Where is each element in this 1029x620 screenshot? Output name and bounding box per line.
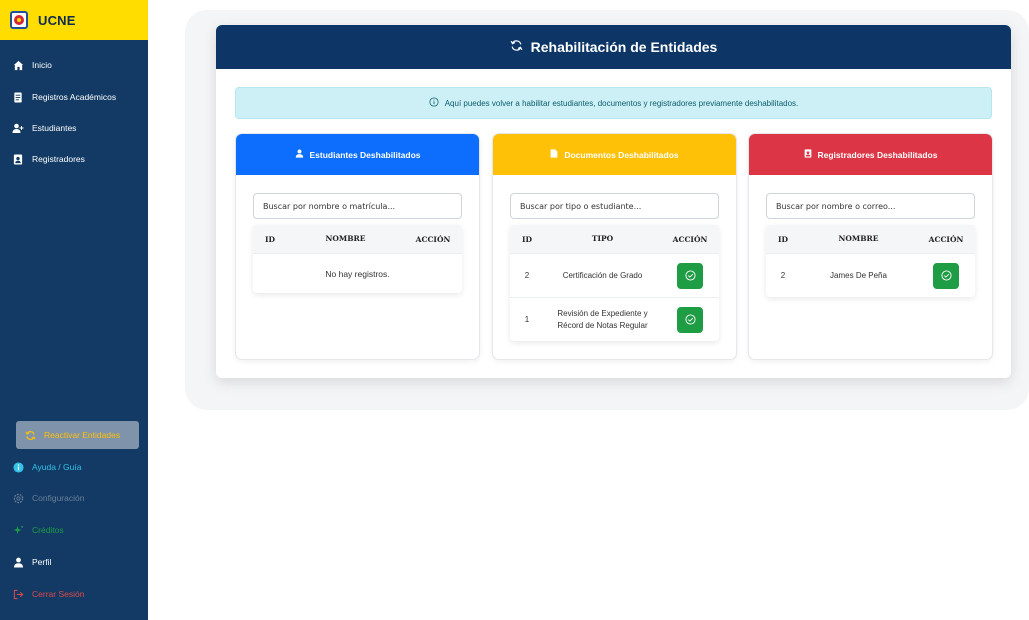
id-card-icon bbox=[804, 149, 812, 160]
table-row: 2 Certificación de Grado bbox=[510, 253, 719, 297]
sidebar-item-estudiantes[interactable]: Estudiantes bbox=[10, 115, 140, 141]
sidebar-item-inicio[interactable]: Inicio bbox=[10, 52, 140, 78]
column-header-nombre: NOMBRE bbox=[838, 234, 879, 243]
id-card-icon bbox=[12, 153, 24, 165]
panel-title: Estudiantes Deshabilitados bbox=[309, 149, 421, 160]
refresh-icon bbox=[510, 39, 523, 55]
column-header-id: ID bbox=[264, 234, 275, 244]
search-placeholder: Buscar por nombre o matrícula... bbox=[263, 201, 396, 211]
logout-icon bbox=[12, 588, 24, 600]
search-placeholder: Buscar por nombre o correo... bbox=[776, 201, 896, 211]
row-action bbox=[661, 306, 719, 333]
check-circle-icon bbox=[684, 270, 696, 281]
sidebar-item-configuracion[interactable]: Configuración bbox=[10, 485, 140, 511]
table-documentos: ID TIPO ACCIÓN 2 Certificación de Grado … bbox=[510, 225, 719, 341]
check-circle-icon bbox=[940, 270, 952, 281]
info-alert: Aquí puedes volver a habilitar estudiant… bbox=[235, 87, 992, 119]
card-header: Rehabilitación de Entidades bbox=[216, 25, 1011, 69]
sidebar-item-label: Configuración bbox=[32, 493, 85, 503]
page-title: Rehabilitación de Entidades bbox=[530, 39, 718, 55]
row-id: 2 bbox=[524, 271, 530, 280]
sidebar-item-registradores[interactable]: Registradores bbox=[10, 146, 140, 172]
sidebar-item-registros[interactable]: Registros Académicos bbox=[10, 84, 140, 110]
gear-icon bbox=[12, 492, 24, 504]
sidebar-item-creditos[interactable]: Créditos bbox=[10, 517, 140, 543]
sidebar-item-label: Reactivar Entidades bbox=[44, 430, 121, 440]
sidebar-item-label: Estudiantes bbox=[32, 123, 77, 133]
column-header-accion: ACCIÓN bbox=[672, 234, 708, 244]
column-header-tipo: TIPO bbox=[591, 234, 614, 243]
info-icon bbox=[12, 461, 24, 473]
table-row: 1 Revisión de Expediente y Récord de Not… bbox=[510, 297, 719, 341]
document-icon bbox=[12, 91, 24, 103]
search-placeholder: Buscar por tipo o estudiante... bbox=[520, 201, 642, 211]
row-nombre: James De Peña bbox=[830, 270, 887, 280]
column-header-accion: ACCIÓN bbox=[415, 234, 451, 244]
panel-documentos: Documentos Deshabilitados Buscar por tip… bbox=[492, 133, 737, 360]
user-icon bbox=[295, 149, 304, 160]
alert-text: Aquí puedes volver a habilitar estudiant… bbox=[444, 98, 799, 108]
column-header-id: ID bbox=[521, 234, 532, 244]
row-id: 1 bbox=[524, 315, 530, 324]
column-header-accion: ACCIÓN bbox=[928, 234, 964, 244]
file-icon bbox=[550, 149, 558, 160]
column-header-id: ID bbox=[777, 234, 788, 244]
search-input-registradores[interactable]: Buscar por nombre o correo... bbox=[766, 193, 975, 219]
info-circle-icon bbox=[429, 97, 439, 109]
table-header: ID NOMBRE ACCIÓN bbox=[766, 225, 975, 253]
panel-estudiantes: Estudiantes Deshabilitados Buscar por no… bbox=[235, 133, 480, 360]
table-header: ID NOMBRE ACCIÓN bbox=[253, 225, 462, 253]
panel-registradores: Registradores Deshabilitados Buscar por … bbox=[748, 133, 993, 360]
row-tipo: Revisión de Expediente y Récord de Notas… bbox=[544, 308, 661, 332]
table-header: ID TIPO ACCIÓN bbox=[510, 225, 719, 253]
home-icon bbox=[12, 59, 24, 71]
row-tipo-line: Récord de Notas Regular bbox=[557, 320, 648, 330]
sidebar-item-ayuda[interactable]: Ayuda / Guía bbox=[10, 454, 140, 480]
search-input-estudiantes[interactable]: Buscar por nombre o matrícula... bbox=[253, 193, 462, 219]
column-header-nombre: NOMBRE bbox=[325, 234, 366, 243]
table-estudiantes: ID NOMBRE ACCIÓN No hay registros. bbox=[253, 225, 462, 293]
user-plus-icon bbox=[12, 122, 24, 134]
sidebar-item-label: Inicio bbox=[32, 60, 52, 70]
sidebar: UCNE Inicio Registros Académicos Estudia… bbox=[0, 0, 148, 620]
sidebar-item-cerrar-sesion[interactable]: Cerrar Sesión bbox=[10, 581, 140, 607]
panel-header-registradores: Registradores Deshabilitados bbox=[749, 134, 992, 175]
reactivate-button[interactable] bbox=[677, 262, 703, 289]
brand-name: UCNE bbox=[38, 12, 76, 28]
reactivate-button[interactable] bbox=[933, 262, 959, 289]
sidebar-item-label: Perfil bbox=[32, 557, 52, 567]
panel-header-documentos: Documentos Deshabilitados bbox=[493, 134, 736, 175]
brand[interactable]: UCNE bbox=[0, 0, 148, 40]
sidebar-item-label: Ayuda / Guía bbox=[32, 462, 82, 472]
row-tipo-line: Revisión de Expediente y bbox=[557, 308, 648, 318]
panel-title: Registradores Deshabilitados bbox=[817, 149, 938, 160]
table-registradores: ID NOMBRE ACCIÓN 2 James De Peña bbox=[766, 225, 975, 297]
row-tipo-line: Certificación de Grado bbox=[562, 270, 643, 280]
empty-state: No hay registros. bbox=[253, 253, 462, 293]
check-circle-icon bbox=[684, 314, 696, 325]
panel-header-estudiantes: Estudiantes Deshabilitados bbox=[236, 134, 479, 175]
row-id: 2 bbox=[780, 271, 786, 280]
rehabilitation-card: Rehabilitación de Entidades Aquí puedes … bbox=[216, 25, 1011, 378]
sidebar-item-reactivar-entidades[interactable]: Reactivar Entidades bbox=[16, 421, 139, 449]
sidebar-item-label: Registros Académicos bbox=[32, 92, 117, 102]
search-input-documentos[interactable]: Buscar por tipo o estudiante... bbox=[510, 193, 719, 219]
table-row: 2 James De Peña bbox=[766, 253, 975, 297]
row-action bbox=[917, 262, 975, 289]
reactivate-button[interactable] bbox=[677, 306, 703, 333]
sidebar-item-label: Cerrar Sesión bbox=[32, 589, 85, 599]
refresh-icon bbox=[24, 429, 36, 441]
panel-title: Documentos Deshabilitados bbox=[564, 149, 679, 160]
sparkle-icon bbox=[12, 524, 24, 536]
row-action bbox=[661, 262, 719, 289]
logo-icon bbox=[10, 11, 28, 29]
person-icon bbox=[12, 556, 24, 568]
sidebar-item-label: Registradores bbox=[32, 154, 85, 164]
sidebar-item-label: Créditos bbox=[32, 525, 64, 535]
row-tipo: Certificación de Grado bbox=[544, 270, 661, 282]
sidebar-item-perfil[interactable]: Perfil bbox=[10, 549, 140, 575]
